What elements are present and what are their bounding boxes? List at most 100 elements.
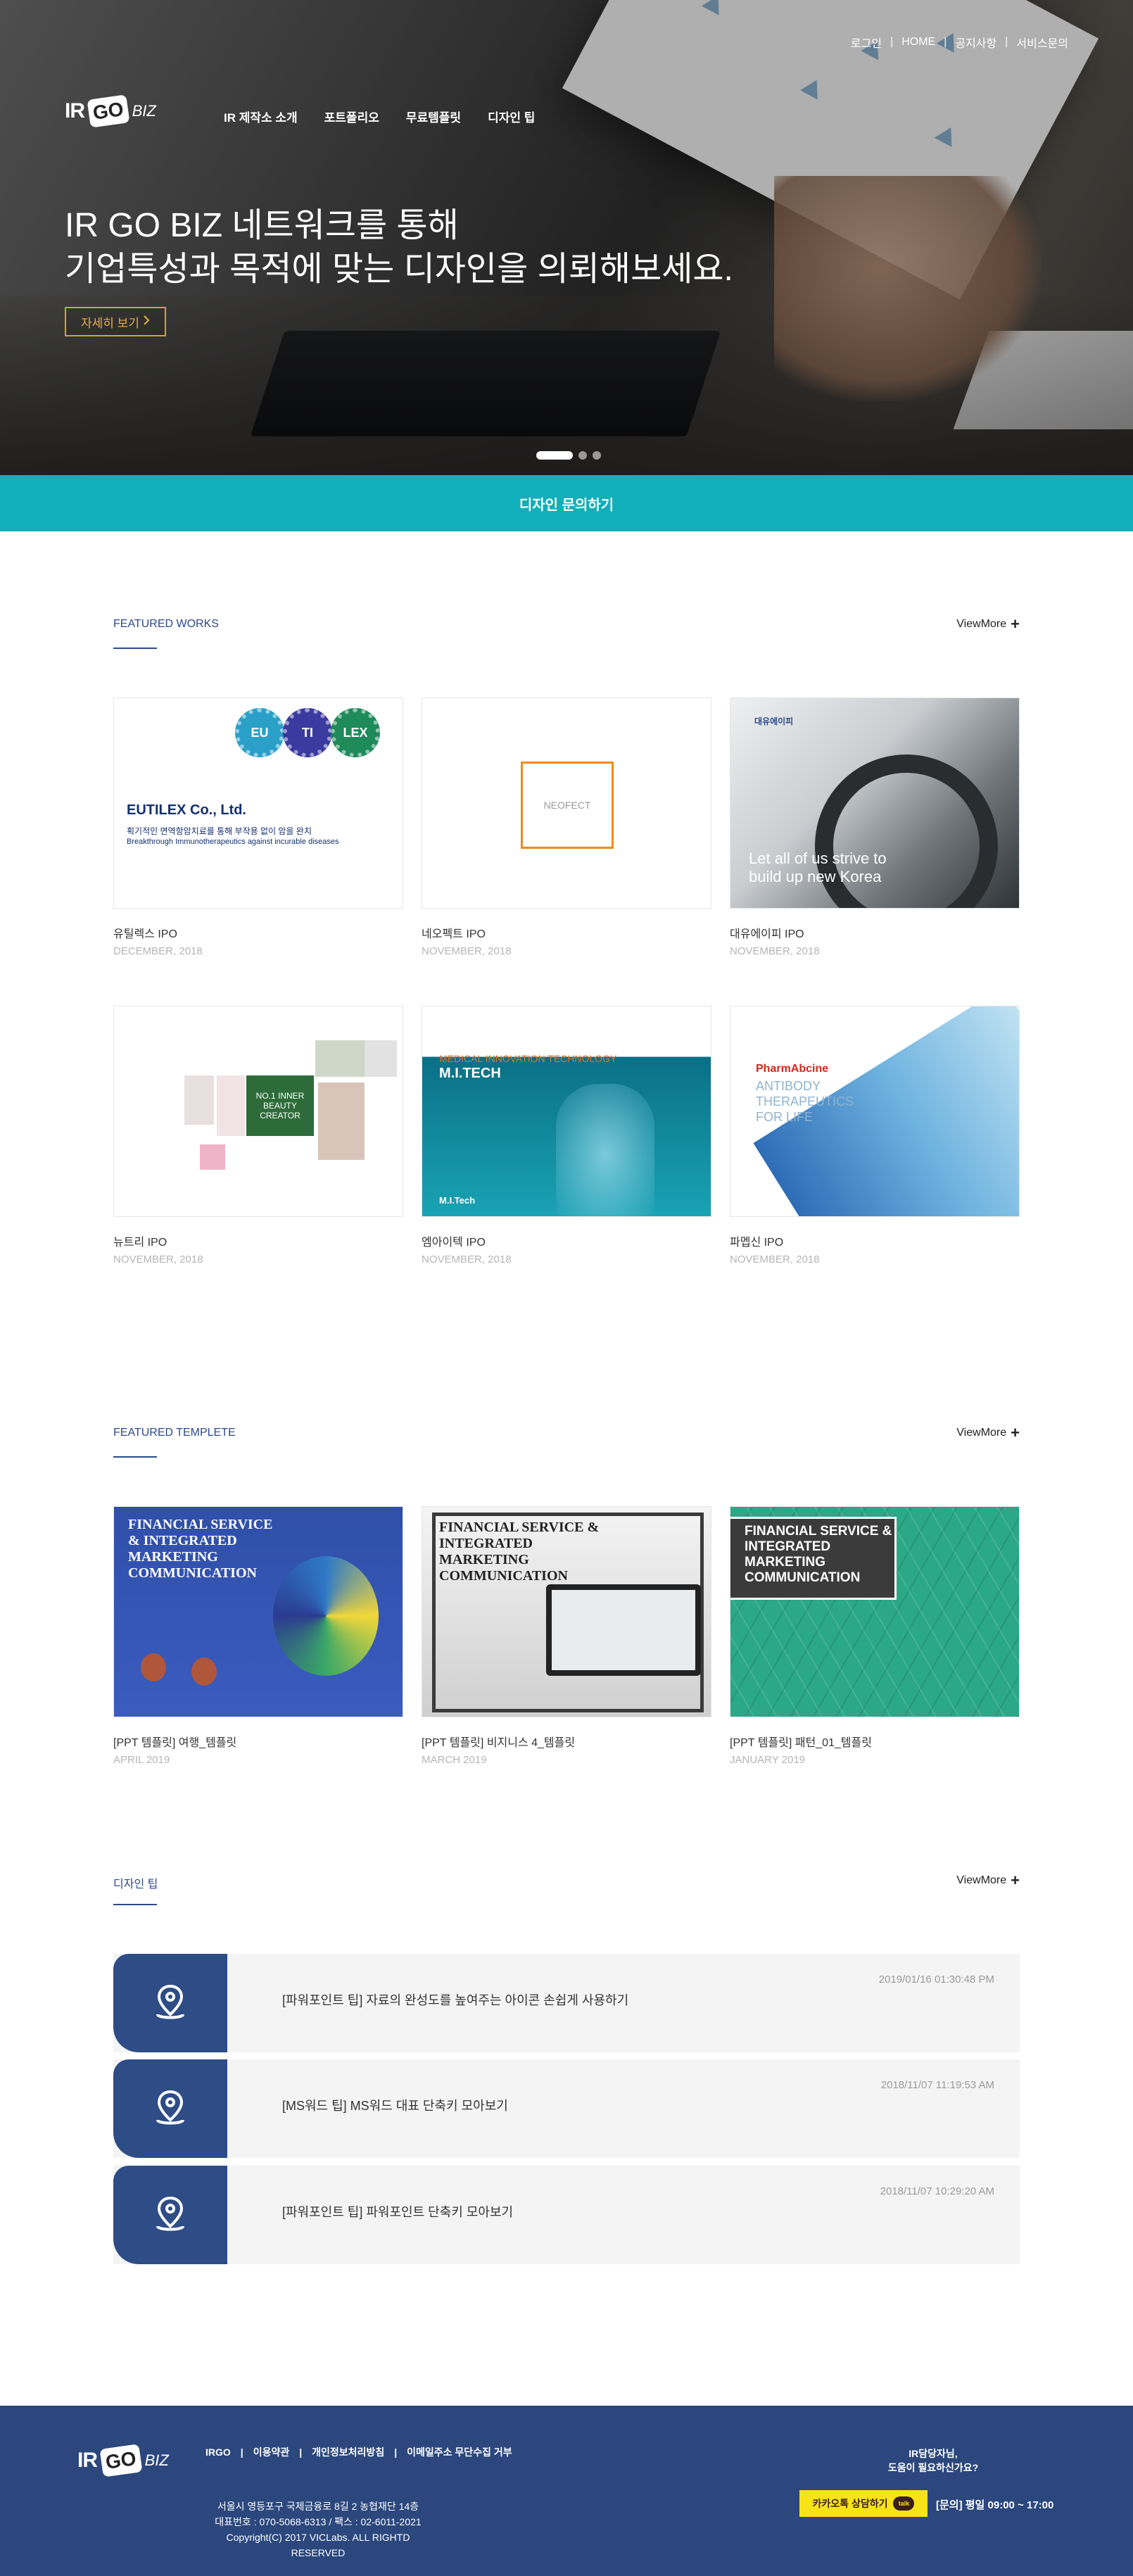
login-link[interactable]: 로그인 <box>851 34 882 51</box>
viewmore-label: ViewMore <box>956 618 1007 630</box>
thumb-corp-name: 대유에이피 <box>754 716 794 726</box>
work-thumbnail[interactable]: 대유에이피 Let all of us strive to build up n… <box>730 697 1020 909</box>
template-date: JANUARY 2019 <box>730 1754 806 1766</box>
nav-separator: | <box>1005 36 1008 48</box>
section-underline <box>113 648 157 649</box>
works-viewmore-link[interactable]: ViewMore + <box>956 615 1020 633</box>
design-tips-header: 디자인 팁 ViewMore + <box>113 1871 1020 1917</box>
carousel-dot-2[interactable] <box>578 451 587 460</box>
work-thumbnail[interactable]: NEOFECT <box>422 697 711 909</box>
tip-list-item[interactable]: [파워포인트 팁] 파워포인트 단축키 모아보기 2018/11/07 10:2… <box>113 2166 1020 2264</box>
template-title[interactable]: [PPT 템플릿] 여행_템플릿 <box>113 1733 403 1750</box>
product-tile <box>315 1040 365 1077</box>
thumb-slogan: Let all of us strive to build up new Kor… <box>749 850 887 885</box>
work-card[interactable]: EU TI LEX EUTILEX Co., Ltd. 획기적인 면역항암치료를… <box>113 697 403 957</box>
help-line2: 도움이 필요하신가요? <box>887 2462 979 2473</box>
work-card[interactable]: NO.1 INNER BEAUTY CREATOR 뉴트리 IPO NOVEMB… <box>113 1006 403 1265</box>
work-card[interactable]: MEDICAL INNOVATION TECHNOLOGY M.I.TECH M… <box>422 1006 711 1265</box>
templates-viewmore-link[interactable]: ViewMore + <box>956 1425 1020 1441</box>
template-thumbnail[interactable]: FINANCIAL SERVICE & INTEGRATED MARKETING… <box>422 1506 711 1717</box>
work-date: NOVEMBER, 2018 <box>730 945 820 957</box>
thumb-footer-logo: M.I.Tech <box>439 1195 476 1206</box>
eu-circle: EU <box>235 708 284 757</box>
work-thumbnail[interactable]: EU TI LEX EUTILEX Co., Ltd. 획기적인 면역항암치료를… <box>113 697 403 909</box>
viewmore-label: ViewMore <box>956 1874 1007 1886</box>
work-thumbnail[interactable]: MEDICAL INNOVATION TECHNOLOGY M.I.TECH M… <box>422 1006 711 1217</box>
logo-go: GO <box>87 94 130 128</box>
nav-item-free-templates[interactable]: 무료템플릿 <box>406 108 461 125</box>
balloon-image <box>141 1653 166 1681</box>
work-card[interactable]: NEOFECT 네오펙트 IPO NOVEMBER, 2018 <box>422 697 711 957</box>
template-title[interactable]: [PPT 템플릿] 비지니스 4_템플릿 <box>422 1733 711 1750</box>
tips-viewmore-link[interactable]: ViewMore + <box>956 1871 1020 1889</box>
carousel-dot-1[interactable] <box>536 451 573 460</box>
work-date: NOVEMBER, 2018 <box>422 945 512 957</box>
work-title[interactable]: 뉴트리 IPO <box>113 1232 403 1249</box>
work-title[interactable]: 엠아이텍 IPO <box>422 1232 711 1249</box>
notice-link[interactable]: 공지사항 <box>955 34 996 51</box>
template-card[interactable]: FINANCIAL SERVICE & INTEGRATED MARKETING… <box>730 1506 1020 1766</box>
design-inquiry-label: 디자인 문의하기 <box>519 497 614 513</box>
footer-link-irgo[interactable]: IRGO <box>205 2446 231 2458</box>
design-inquiry-bar[interactable]: 디자인 문의하기 <box>0 475 1133 531</box>
footer-link-privacy[interactable]: 개인정보처리방침 <box>312 2445 384 2459</box>
nav-item-about[interactable]: IR 제작소 소개 <box>224 108 298 125</box>
work-thumbnail[interactable]: PharmAbcine ANTIBODY THERAPEUTICS FOR LI… <box>730 1006 1020 1217</box>
footer-link-terms[interactable]: 이용약관 <box>253 2445 290 2459</box>
nav-separator: | <box>944 36 947 48</box>
nav-item-portfolio[interactable]: 포트폴리오 <box>324 108 379 125</box>
carousel-dot-3[interactable] <box>593 451 601 460</box>
service-inquiry-link[interactable]: 서비스문의 <box>1016 34 1068 51</box>
logo-ir: IR <box>65 99 85 122</box>
kakao-consult-button[interactable]: 카카오톡 상담하기 talk <box>799 2490 928 2517</box>
work-title[interactable]: 대유에이피 IPO <box>730 924 1020 941</box>
hero-headline: IR GO BIZ 네트워크를 통해 기업특성과 목적에 맞는 디자인을 의뢰해… <box>65 204 733 291</box>
work-thumbnail[interactable]: NO.1 INNER BEAUTY CREATOR <box>113 1006 403 1217</box>
tip-list-item[interactable]: [MS워드 팁] MS워드 대표 단축키 모아보기 2018/11/07 11:… <box>113 2059 1020 2158</box>
footer-phone: 대표번호 : 070-5068-6313 / 팩스 : 02-6011-2021 <box>215 2516 422 2527</box>
template-thumbnail[interactable]: FINANCIAL SERVICE & INTEGRATED MARKETING… <box>730 1506 1020 1717</box>
thumb-subtitle-en: Breakthrough Immunotherapeutics against … <box>127 838 339 846</box>
work-card[interactable]: 대유에이피 Let all of us strive to build up n… <box>730 697 1020 957</box>
work-title[interactable]: 파멥신 IPO <box>730 1232 1020 1249</box>
footer-copyright: Copyright(C) 2017 VICLabs. ALL RIGHTD RE… <box>226 2532 410 2558</box>
neofect-mark: NEOFECT <box>521 762 614 849</box>
tip-title: [파워포인트 팁] 파워포인트 단축키 모아보기 <box>282 2205 514 2219</box>
footer-link-email-refusal[interactable]: 이메일주소 무단수집 거부 <box>407 2445 512 2459</box>
main-nav: IR 제작소 소개 포트폴리오 무료템플릿 디자인 팁 <box>224 108 535 125</box>
footer-separator: | <box>240 2446 243 2458</box>
location-pin-icon <box>113 2166 227 2264</box>
work-title[interactable]: 유틸렉스 IPO <box>113 924 403 941</box>
tip-date: 2018/11/07 10:29:20 AM <box>880 2185 994 2197</box>
kakao-consult-label: 카카오톡 상담하기 <box>812 2498 888 2509</box>
template-thumbnail[interactable]: FINANCIAL SERVICE & INTEGRATED MARKETING… <box>113 1506 403 1717</box>
work-title[interactable]: 네오펙트 IPO <box>422 924 711 941</box>
tip-date: 2018/11/07 11:19:53 AM <box>880 2079 994 2091</box>
hero-headline-line1: IR GO BIZ 네트워크를 통해 <box>65 207 459 244</box>
plus-icon: + <box>1011 1871 1020 1889</box>
tip-list-item[interactable]: [파워포인트 팁] 자료의 완성도를 높여주는 아이콘 손쉽게 사용하기 201… <box>113 1954 1020 2052</box>
featured-works-header: FEATURED WORKS ViewMore + <box>113 615 1020 660</box>
template-title[interactable]: [PPT 템플릿] 패턴_01_템플릿 <box>730 1733 1020 1750</box>
work-card[interactable]: PharmAbcine ANTIBODY THERAPEUTICS FOR LI… <box>730 1006 1020 1265</box>
laptop-image <box>546 1584 701 1676</box>
top-utility-nav: 로그인 | HOME | 공지사항 | 서비스문의 <box>851 34 1068 51</box>
template-date: MARCH 2019 <box>422 1754 487 1766</box>
location-pin-icon <box>113 1954 227 2052</box>
footer-links: IRGO | 이용약관 | 개인정보처리방침 | 이메일주소 무단수집 거부 <box>205 2445 512 2459</box>
template-card[interactable]: FINANCIAL SERVICE & INTEGRATED MARKETING… <box>113 1506 403 1766</box>
footer-logo[interactable]: IR GO BIZ <box>77 2444 169 2477</box>
home-link[interactable]: HOME <box>901 36 935 49</box>
footer-separator: | <box>299 2446 303 2458</box>
nav-item-design-tips[interactable]: 디자인 팁 <box>488 108 535 125</box>
thumb-brand: EUTILEX Co., Ltd. <box>127 802 246 818</box>
tip-title: [MS워드 팁] MS워드 대표 단축키 모아보기 <box>282 2099 508 2113</box>
plus-icon: + <box>1011 615 1020 633</box>
logo-go: GO <box>99 2444 143 2477</box>
template-date: APRIL 2019 <box>113 1754 170 1766</box>
site-logo[interactable]: IR GO BIZ <box>65 94 156 128</box>
thumb-title: FINANCIAL SERVICE & INTEGRATED MARKETING… <box>439 1520 600 1584</box>
section-title: FEATURED TEMPLETE <box>113 1427 236 1439</box>
template-card[interactable]: FINANCIAL SERVICE & INTEGRATED MARKETING… <box>422 1506 711 1766</box>
learn-more-button[interactable]: 자세히 보기 <box>65 307 166 336</box>
